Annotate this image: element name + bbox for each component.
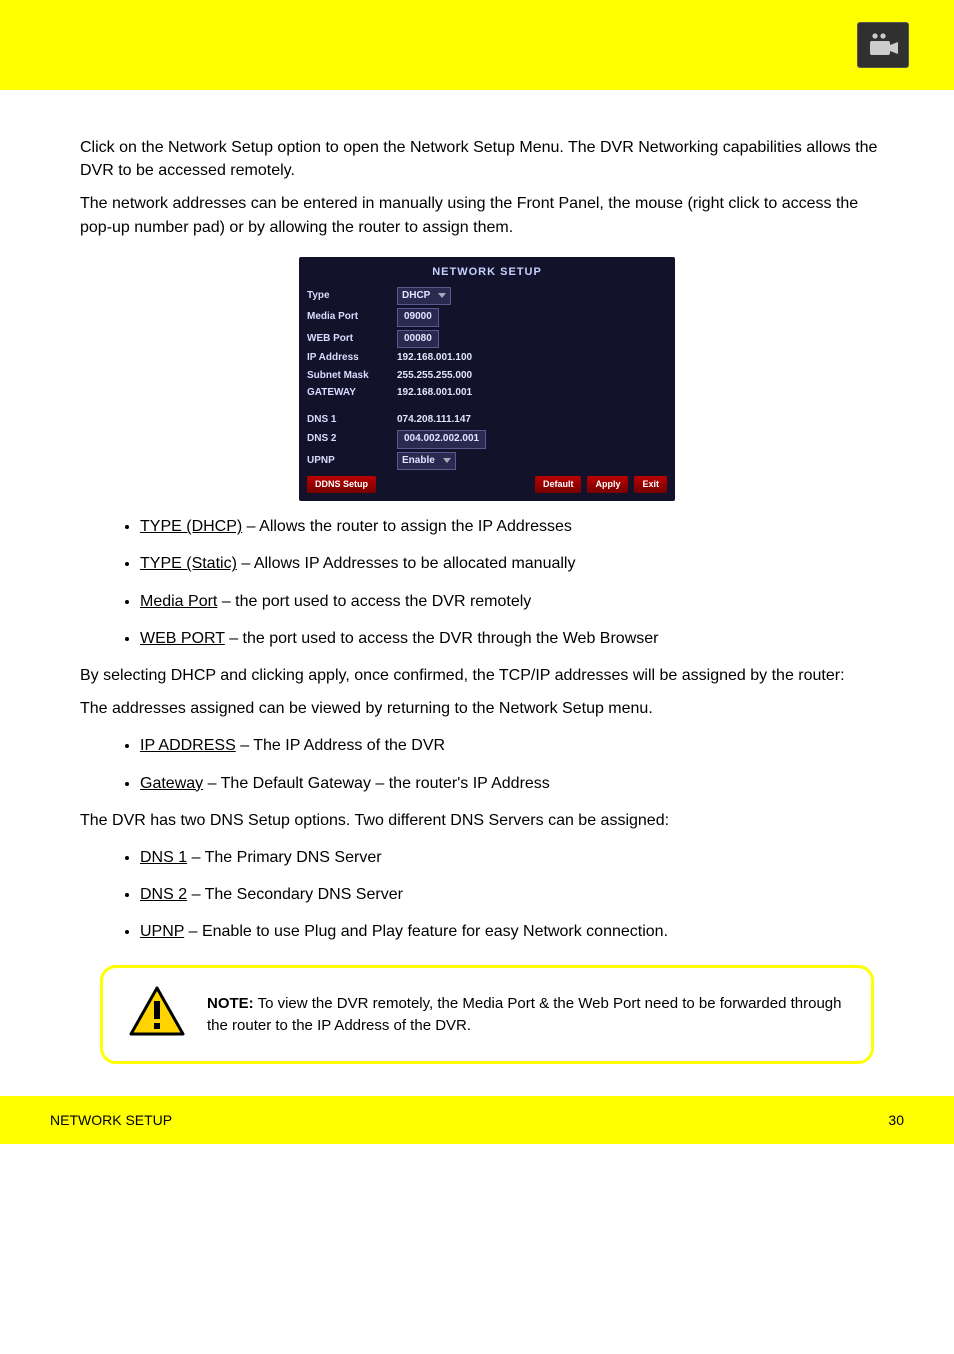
desc: – The Primary DNS Server: [187, 849, 381, 866]
dns1-value: 074.208.111.147: [397, 413, 471, 428]
media-port-input[interactable]: 09000: [397, 308, 439, 327]
network-setup-screenshot: NETWORK SETUP Type DHCP Media Port 09000…: [299, 257, 675, 501]
list-item: IP ADDRESS – The IP Address of the DVR: [140, 734, 894, 757]
page-number: 30: [888, 1112, 904, 1128]
warning-icon: [129, 986, 185, 1043]
dns2-label: DNS 2: [307, 432, 397, 447]
desc: – Allows IP Addresses to be allocated ma…: [237, 555, 576, 572]
gateway-label: GATEWAY: [307, 386, 397, 401]
desc: – Enable to use Plug and Play feature fo…: [184, 923, 668, 940]
list-item: UPNP – Enable to use Plug and Play featu…: [140, 920, 894, 943]
page-content: Click on the Network Setup option to ope…: [0, 96, 954, 1084]
subnet-mask-value: 255.255.255.000: [397, 369, 472, 384]
list-item: Media Port – the port used to access the…: [140, 590, 894, 613]
subnet-mask-label: Subnet Mask: [307, 369, 397, 384]
term: UPNP: [140, 923, 184, 940]
note-box: NOTE: To view the DVR remotely, the Medi…: [100, 965, 874, 1064]
desc: – The IP Address of the DVR: [236, 737, 445, 754]
list-item: Gateway – The Default Gateway – the rout…: [140, 772, 894, 795]
list-item: TYPE (Static) – Allows IP Addresses to b…: [140, 552, 894, 575]
apply-button[interactable]: Apply: [587, 476, 628, 493]
gateway-value: 192.168.001.001: [397, 386, 472, 401]
header-bar: [0, 0, 954, 90]
exit-button[interactable]: Exit: [634, 476, 667, 493]
term: Gateway: [140, 775, 203, 792]
intro-para-1: Click on the Network Setup option to ope…: [80, 136, 894, 182]
type-value: DHCP: [402, 289, 430, 304]
ddns-setup-button[interactable]: DDNS Setup: [307, 476, 376, 493]
camera-icon: [857, 22, 909, 68]
upnp-label: UPNP: [307, 454, 397, 469]
chevron-down-icon: [443, 458, 451, 463]
desc: – Allows the router to assign the IP Add…: [242, 518, 572, 535]
dns2-input[interactable]: 004.002.002.001: [397, 430, 486, 449]
desc-tail: router's IP Address: [415, 775, 549, 792]
ip-address-label: IP Address: [307, 351, 397, 366]
list-item: TYPE (DHCP) – Allows the router to assig…: [140, 515, 894, 538]
chevron-down-icon: [438, 293, 446, 298]
ip-address-value: 192.168.001.100: [397, 351, 472, 366]
list-item: DNS 1 – The Primary DNS Server: [140, 846, 894, 869]
list-2: IP ADDRESS – The IP Address of the DVR G…: [140, 734, 894, 794]
mid-para-2: The addresses assigned can be viewed by …: [80, 697, 894, 720]
mid-para-3: The DVR has two DNS Setup options. Two d…: [80, 809, 894, 832]
upnp-value: Enable: [402, 454, 435, 469]
note-text: NOTE: To view the DVR remotely, the Medi…: [207, 993, 845, 1037]
term: WEB PORT: [140, 630, 225, 647]
footer-bar: NETWORK SETUP 30: [0, 1096, 954, 1144]
term: DNS 1: [140, 849, 187, 866]
desc: – The Default Gateway – the: [203, 775, 415, 792]
list-1: TYPE (DHCP) – Allows the router to assig…: [140, 515, 894, 650]
desc: – The Secondary DNS Server: [187, 886, 403, 903]
list-3: DNS 1 – The Primary DNS Server DNS 2 – T…: [140, 846, 894, 944]
screenshot-title: NETWORK SETUP: [307, 265, 667, 281]
default-button[interactable]: Default: [535, 476, 582, 493]
footer-left: NETWORK SETUP: [50, 1112, 172, 1128]
dns1-label: DNS 1: [307, 413, 397, 428]
media-port-label: Media Port: [307, 310, 397, 325]
web-port-input[interactable]: 00080: [397, 330, 439, 349]
upnp-select[interactable]: Enable: [397, 452, 456, 471]
type-label: Type: [307, 289, 397, 304]
web-port-label: WEB Port: [307, 332, 397, 347]
intro-para-2: The network addresses can be entered in …: [80, 192, 894, 238]
list-item: DNS 2 – The Secondary DNS Server: [140, 883, 894, 906]
term: TYPE (DHCP): [140, 518, 242, 535]
term: DNS 2: [140, 886, 187, 903]
term: IP ADDRESS: [140, 737, 236, 754]
note-label: NOTE:: [207, 995, 254, 1012]
list-item: WEB PORT – the port used to access the D…: [140, 627, 894, 650]
desc: – the port used to access the DVR remote…: [217, 593, 531, 610]
type-select[interactable]: DHCP: [397, 287, 451, 306]
note-body: To view the DVR remotely, the Media Port…: [207, 995, 841, 1034]
desc: – the port used to access the DVR throug…: [225, 630, 659, 647]
mid-para-1: By selecting DHCP and clicking apply, on…: [80, 664, 894, 687]
term: TYPE (Static): [140, 555, 237, 572]
term: Media Port: [140, 593, 217, 610]
